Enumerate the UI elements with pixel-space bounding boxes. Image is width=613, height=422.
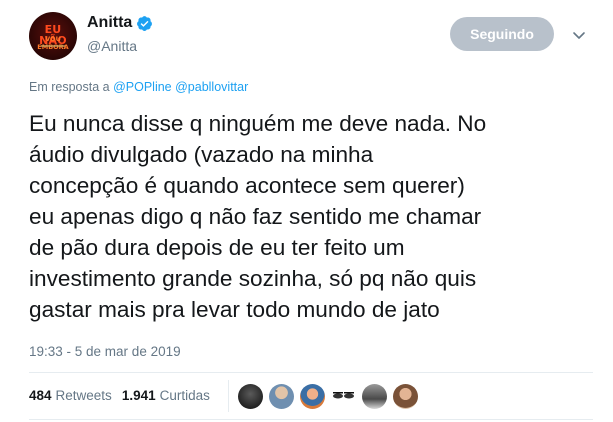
tweet-stats: 484 Retweets 1.941 Curtidas — [29, 388, 220, 403]
reply-context: Em resposta a @POPline @pabllovittar — [29, 80, 248, 94]
liker-avatar[interactable] — [269, 384, 294, 409]
liker-avatar[interactable] — [362, 384, 387, 409]
tweet-line: eu apenas digo q não faz sentido me cham… — [29, 204, 482, 229]
divider — [29, 372, 593, 373]
divider — [29, 419, 593, 420]
tweet-line: concepção é quando acontece sem querer) — [29, 173, 465, 198]
display-name[interactable]: Anitta — [87, 14, 132, 32]
liker-avatar[interactable] — [300, 384, 325, 409]
tweet-line: áudio divulgado (vazado na minha — [29, 142, 374, 167]
verified-badge-icon — [137, 15, 153, 31]
stats-separator — [228, 380, 229, 412]
likes-stat[interactable]: 1.941 Curtidas — [122, 388, 210, 403]
tweet-timestamp[interactable]: 19:33 - 5 de mar de 2019 — [29, 344, 181, 359]
reply-prefix: Em resposta a — [29, 80, 110, 94]
retweets-count: 484 — [29, 388, 52, 403]
tweet-line: gastar mais pra levar todo mundo de jato — [29, 297, 440, 322]
handle[interactable]: @Anitta — [87, 38, 137, 54]
liker-avatars — [238, 384, 424, 409]
likes-count: 1.941 — [121, 388, 156, 403]
tweet-line: de pão dura depois de eu ter feito um — [29, 235, 405, 260]
liker-eyes-icon — [333, 392, 354, 399]
following-button[interactable]: Seguindo — [450, 17, 554, 51]
tweet-text: Eu nunca disse q ninguém me deve nada. N… — [29, 108, 599, 325]
tweet-line: investimento grande sozinha, só pq não q… — [29, 266, 477, 291]
mention-popline[interactable]: @POPline — [113, 80, 172, 94]
avatar-logo-rule — [41, 45, 65, 47]
retweets-stat[interactable]: 484 Retweets — [29, 388, 112, 403]
liker-avatar[interactable] — [238, 384, 263, 409]
avatar-logo-subtext: VOU EMBORA — [37, 35, 69, 51]
chevron-down-icon[interactable] — [572, 28, 586, 42]
author-name-row: Anitta — [87, 14, 153, 32]
tweet-line: Eu nunca disse q ninguém me deve nada. N… — [29, 111, 487, 136]
retweets-label: Retweets — [55, 388, 112, 403]
liker-avatar[interactable] — [393, 384, 418, 409]
mention-pabllovittar[interactable]: @pabllovittar — [175, 80, 248, 94]
avatar[interactable]: EU NÃO VOU EMBORA — [29, 12, 77, 60]
liker-avatar[interactable] — [331, 384, 356, 409]
likes-label: Curtidas — [159, 388, 210, 403]
